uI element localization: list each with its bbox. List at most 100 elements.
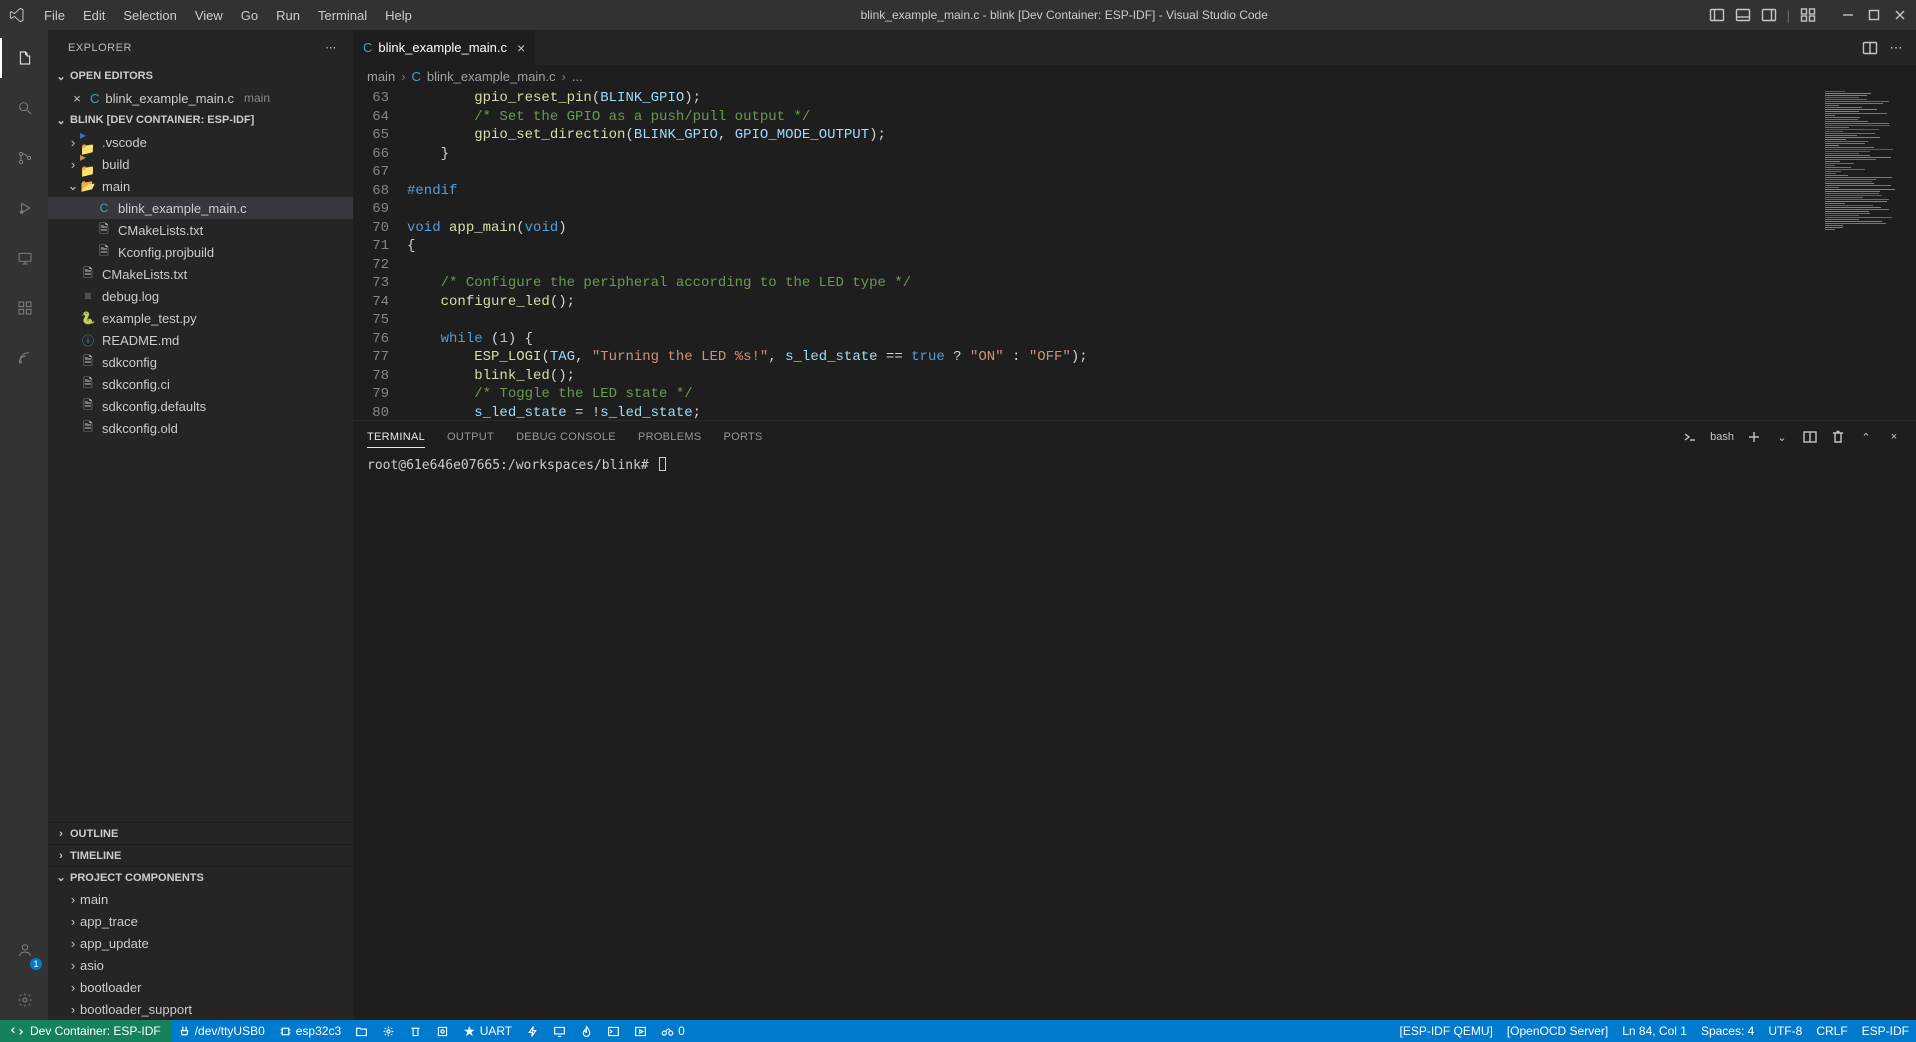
close-window-icon[interactable] [1892, 7, 1908, 23]
activity-remote-explorer[interactable] [0, 238, 48, 278]
code-text[interactable]: { [407, 237, 415, 256]
code-text[interactable]: /* Configure the peripheral according to… [407, 274, 911, 293]
close-icon[interactable]: × [70, 91, 84, 106]
status-monitor-icon[interactable] [546, 1020, 573, 1042]
chevron-down-icon[interactable]: ⌄ [1774, 429, 1790, 445]
activity-explorer[interactable] [0, 38, 48, 78]
status-remote[interactable]: Dev Container: ESP-IDF [0, 1020, 171, 1042]
new-terminal-icon[interactable] [1746, 429, 1762, 445]
more-icon[interactable]: ⋯ [323, 40, 339, 56]
layout-customize-icon[interactable] [1800, 7, 1816, 23]
tree-item[interactable]: ›▸📁build [48, 153, 353, 175]
panel-tab-ports[interactable]: PORTS [723, 427, 762, 447]
menu-run[interactable]: Run [268, 4, 308, 27]
minimize-icon[interactable] [1840, 7, 1856, 23]
status-errwarn[interactable]: 0 [654, 1020, 692, 1042]
status-qemu[interactable]: [ESP-IDF QEMU] [1393, 1020, 1500, 1042]
maximize-icon[interactable] [1866, 7, 1882, 23]
tree-item[interactable]: 🗎CMakeLists.txt [48, 219, 353, 241]
layout-bottom-icon[interactable] [1735, 7, 1751, 23]
more-icon[interactable]: ⋯ [1888, 40, 1904, 56]
close-tab-icon[interactable]: × [517, 40, 525, 56]
status-lncol[interactable]: Ln 84, Col 1 [1615, 1020, 1694, 1042]
status-port[interactable]: /dev/ttyUSB0 [171, 1020, 272, 1042]
component-item[interactable]: ›app_trace [48, 910, 353, 932]
open-editors-header[interactable]: ⌄OPEN EDITORS [48, 65, 353, 87]
code-editor[interactable]: 63 gpio_reset_pin(BLINK_GPIO);64 /* Set … [353, 87, 1820, 420]
split-terminal-icon[interactable] [1802, 429, 1818, 445]
outline-header[interactable]: ›OUTLINE [48, 822, 353, 844]
tree-item[interactable]: ⌄📂main [48, 175, 353, 197]
editor-tab[interactable]: C blink_example_main.c × [353, 30, 536, 65]
status-folder-icon[interactable] [348, 1020, 375, 1042]
code-text[interactable]: blink_led(); [407, 367, 575, 386]
panel-tab-terminal[interactable]: TERMINAL [367, 427, 425, 448]
status-flash-icon[interactable] [519, 1020, 546, 1042]
tree-item[interactable]: 🐍example_test.py [48, 307, 353, 329]
menu-go[interactable]: Go [233, 4, 266, 27]
status-spaces[interactable]: Spaces: 4 [1694, 1020, 1761, 1042]
terminal-body[interactable]: root@61e646e07665:/workspaces/blink# [353, 453, 1916, 1020]
component-item[interactable]: ›bootloader_support [48, 998, 353, 1020]
tree-item[interactable]: Cblink_example_main.c [48, 197, 353, 219]
menu-file[interactable]: File [36, 4, 73, 27]
code-text[interactable]: } [407, 145, 449, 164]
status-terminal-icon[interactable] [600, 1020, 627, 1042]
code-text[interactable]: #endif [407, 182, 457, 201]
layout-right-icon[interactable] [1761, 7, 1777, 23]
activity-run-debug[interactable] [0, 188, 48, 228]
code-text[interactable]: /* Set the GPIO as a push/pull output */ [407, 108, 810, 127]
split-editor-icon[interactable] [1862, 40, 1878, 56]
code-text[interactable]: configure_led(); [407, 293, 575, 312]
code-text[interactable]: ESP_LOGI(TAG, "Turning the LED %s!", s_l… [407, 348, 1088, 367]
workspace-header[interactable]: ⌄BLINK [DEV CONTAINER: ESP-IDF] [48, 109, 353, 131]
activity-espressif[interactable] [0, 338, 48, 378]
panel-tab-debug-console[interactable]: DEBUG CONSOLE [516, 427, 616, 447]
breadcrumb[interactable]: main› C blink_example_main.c› ... [353, 65, 1916, 87]
status-build-icon[interactable] [429, 1020, 456, 1042]
tree-item[interactable]: 🗎sdkconfig.ci [48, 373, 353, 395]
project-components-header[interactable]: ⌄PROJECT COMPONENTS [48, 866, 353, 888]
terminal-profile-icon[interactable] [1682, 429, 1698, 445]
status-uart[interactable]: ★UART [456, 1020, 519, 1042]
component-item[interactable]: ›app_update [48, 932, 353, 954]
status-trash-icon[interactable] [402, 1020, 429, 1042]
status-execute-icon[interactable] [627, 1020, 654, 1042]
code-text[interactable]: void app_main(void) [407, 219, 567, 238]
activity-accounts[interactable]: 1 [0, 930, 48, 970]
status-gear-icon[interactable] [375, 1020, 402, 1042]
tree-item[interactable]: 🗎sdkconfig.old [48, 417, 353, 439]
code-text[interactable]: gpio_set_direction(BLINK_GPIO, GPIO_MODE… [407, 126, 886, 145]
component-item[interactable]: ›asio [48, 954, 353, 976]
panel-tab-problems[interactable]: PROBLEMS [638, 427, 702, 447]
panel-tab-output[interactable]: OUTPUT [447, 427, 494, 447]
activity-scm[interactable] [0, 138, 48, 178]
tree-item[interactable]: 🗎CMakeLists.txt [48, 263, 353, 285]
status-flame-icon[interactable] [573, 1020, 600, 1042]
component-item[interactable]: ›bootloader [48, 976, 353, 998]
menu-view[interactable]: View [187, 4, 231, 27]
layout-left-icon[interactable] [1709, 7, 1725, 23]
tree-item[interactable]: 🗎sdkconfig [48, 351, 353, 373]
code-text[interactable]: gpio_reset_pin(BLINK_GPIO); [407, 89, 701, 108]
menu-selection[interactable]: Selection [115, 4, 184, 27]
activity-extensions[interactable] [0, 288, 48, 328]
menu-edit[interactable]: Edit [75, 4, 113, 27]
menu-terminal[interactable]: Terminal [310, 4, 375, 27]
tree-item[interactable]: ≡debug.log [48, 285, 353, 307]
code-text[interactable]: s_led_state = !s_led_state; [407, 404, 701, 421]
minimap[interactable] [1820, 87, 1916, 420]
code-text[interactable]: /* Toggle the LED state */ [407, 385, 693, 404]
status-language[interactable]: ESP-IDF [1855, 1020, 1916, 1042]
terminal-shell-name[interactable]: bash [1710, 431, 1734, 443]
timeline-header[interactable]: ›TIMELINE [48, 844, 353, 866]
tree-item[interactable]: ⓘREADME.md [48, 329, 353, 351]
status-eol[interactable]: CRLF [1809, 1020, 1854, 1042]
status-encoding[interactable]: UTF-8 [1761, 1020, 1809, 1042]
activity-settings[interactable] [0, 980, 48, 1020]
menu-help[interactable]: Help [377, 4, 420, 27]
status-chip[interactable]: esp32c3 [272, 1020, 348, 1042]
code-text[interactable]: while (1) { [407, 330, 533, 349]
activity-search[interactable] [0, 88, 48, 128]
close-panel-icon[interactable]: × [1886, 429, 1902, 445]
